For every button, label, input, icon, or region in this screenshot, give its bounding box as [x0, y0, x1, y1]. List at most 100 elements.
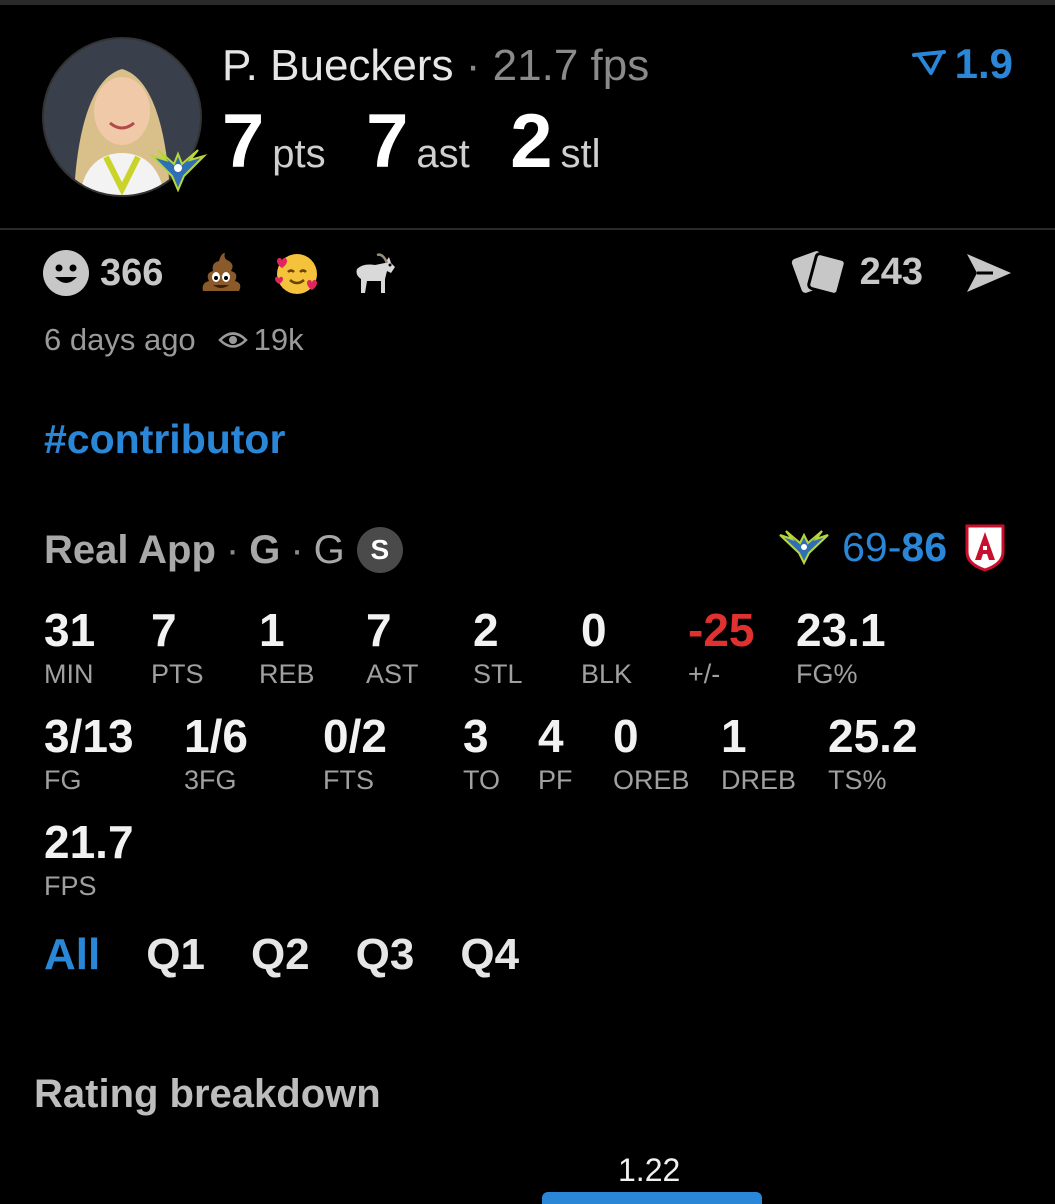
stat-fg-pct: 23.1 FG%	[796, 604, 886, 690]
dot-separator: ·	[225, 527, 240, 572]
rating-value: 1.22	[618, 1152, 681, 1188]
stat-label: DREB	[721, 765, 797, 795]
stat-value: 4	[538, 710, 564, 762]
chevron-down-icon	[911, 50, 946, 75]
rating-breakdown-title: Rating breakdown	[34, 1072, 381, 1116]
headline-stats: 7 pts 7 ast 2 stl	[222, 98, 636, 188]
hearts-face-emoji-icon[interactable]	[273, 249, 321, 297]
stat-label: PTS	[151, 659, 204, 689]
player-title: P. Bueckers · 21.7 fps	[222, 38, 649, 94]
stat-value: 21.7	[44, 816, 134, 868]
send-icon[interactable]	[963, 250, 1015, 296]
stat-to: 3 TO	[463, 710, 500, 796]
vote-value: 1.9	[954, 40, 1013, 87]
stat-3fg: 1/6 3FG	[184, 710, 248, 796]
smiley-icon[interactable]	[42, 249, 90, 297]
stat-pts: 7 PTS	[151, 604, 204, 690]
stat-value: 0/2	[323, 710, 387, 762]
stat-label: PF	[538, 765, 573, 795]
stat-label: FTS	[323, 765, 374, 795]
stat-label: TS%	[828, 765, 887, 795]
position-2: G	[313, 527, 345, 572]
stat-value: 1	[259, 604, 285, 656]
stat-value: 3	[463, 710, 489, 762]
comments-count: 243	[859, 250, 923, 293]
stat-plus-minus: -25 +/-	[688, 604, 754, 690]
stat-min: 31 MIN	[44, 604, 95, 690]
stat-label: FG%	[796, 659, 858, 689]
away-score: 86	[901, 523, 947, 570]
assists-unit: ast	[416, 132, 470, 176]
stat-label: FPS	[44, 871, 97, 901]
home-score: 69	[842, 523, 888, 570]
tab-q4[interactable]: Q4	[460, 930, 519, 980]
stat-label: 3FG	[184, 765, 237, 795]
stat-stl: 2 STL	[473, 604, 523, 690]
stat-ast: 7 AST	[366, 604, 419, 690]
stat-value: 1/6	[184, 710, 248, 762]
stat-fps: 21.7 FPS	[44, 816, 134, 902]
wings-logo-icon	[779, 530, 829, 565]
points-value: 7	[222, 99, 265, 184]
game-info: Real App · G · G S	[44, 527, 403, 573]
game-score[interactable]: 69-86	[778, 522, 1007, 572]
position-1: G	[249, 527, 281, 572]
stat-label: REB	[259, 659, 315, 689]
title-separator: ·	[465, 41, 481, 90]
stat-value: 2	[473, 604, 499, 656]
views-value: 19k	[253, 322, 304, 357]
tab-all[interactable]: All	[44, 930, 100, 980]
goat-emoji-icon[interactable]	[349, 249, 397, 297]
top-divider	[0, 0, 1055, 5]
stat-blk: 0 BLK	[581, 604, 632, 690]
source-label: Real App	[44, 527, 216, 572]
stat-value: 0	[581, 604, 607, 656]
stat-value: 3/13	[44, 710, 134, 762]
reaction-count: 366	[100, 251, 164, 294]
stat-value: 31	[44, 604, 96, 656]
points-unit: pts	[272, 132, 326, 176]
tab-q2[interactable]: Q2	[251, 930, 310, 980]
cards-icon	[791, 251, 847, 296]
vote-score[interactable]: 1.9	[911, 40, 1013, 88]
stat-label: STL	[473, 659, 523, 689]
comments-button[interactable]: 243	[790, 248, 923, 296]
quarter-tabs: All Q1 Q2 Q3 Q4	[44, 930, 565, 980]
poop-emoji-icon[interactable]	[197, 249, 245, 297]
starter-badge: S	[356, 527, 403, 573]
stat-fts: 0/2 FTS	[323, 710, 387, 796]
stat-label: +/-	[688, 659, 721, 689]
header-divider	[0, 228, 1055, 230]
stat-label: TO	[463, 765, 501, 795]
assists-value: 7	[366, 99, 409, 184]
tab-q3[interactable]: Q3	[356, 930, 415, 980]
wings-logo-icon	[148, 149, 208, 192]
steals-value: 2	[510, 99, 553, 184]
stat-oreb: 0 OREB	[613, 710, 690, 796]
stat-value: 23.1	[796, 604, 886, 656]
rating-bar	[542, 1192, 762, 1204]
stat-label: FG	[44, 765, 82, 795]
stat-value: 7	[151, 604, 177, 656]
stat-label: OREB	[613, 765, 690, 795]
stat-dreb: 1 DREB	[721, 710, 796, 796]
stat-label: BLK	[581, 659, 633, 689]
tab-q1[interactable]: Q1	[146, 930, 205, 980]
stat-value: -25	[688, 604, 755, 656]
dot-separator: ·	[290, 527, 304, 572]
stat-reb: 1 REB	[259, 604, 315, 690]
stat-value: 25.2	[828, 710, 918, 762]
player-fps: 21.7 fps	[492, 41, 650, 90]
post-meta: 6 days ago 19k	[44, 322, 304, 358]
eye-icon	[217, 332, 248, 348]
player-name[interactable]: P. Bueckers	[222, 41, 454, 90]
hashtag-link[interactable]: #contributor	[44, 416, 285, 463]
view-count: 19k	[217, 322, 304, 358]
reactions-bar: 366	[42, 248, 425, 298]
steals-unit: stl	[560, 132, 601, 176]
stat-pf: 4 PF	[538, 710, 573, 796]
stat-label: MIN	[44, 659, 94, 689]
stat-label: AST	[366, 659, 419, 689]
stat-value: 0	[613, 710, 639, 762]
stat-value: 7	[366, 604, 392, 656]
